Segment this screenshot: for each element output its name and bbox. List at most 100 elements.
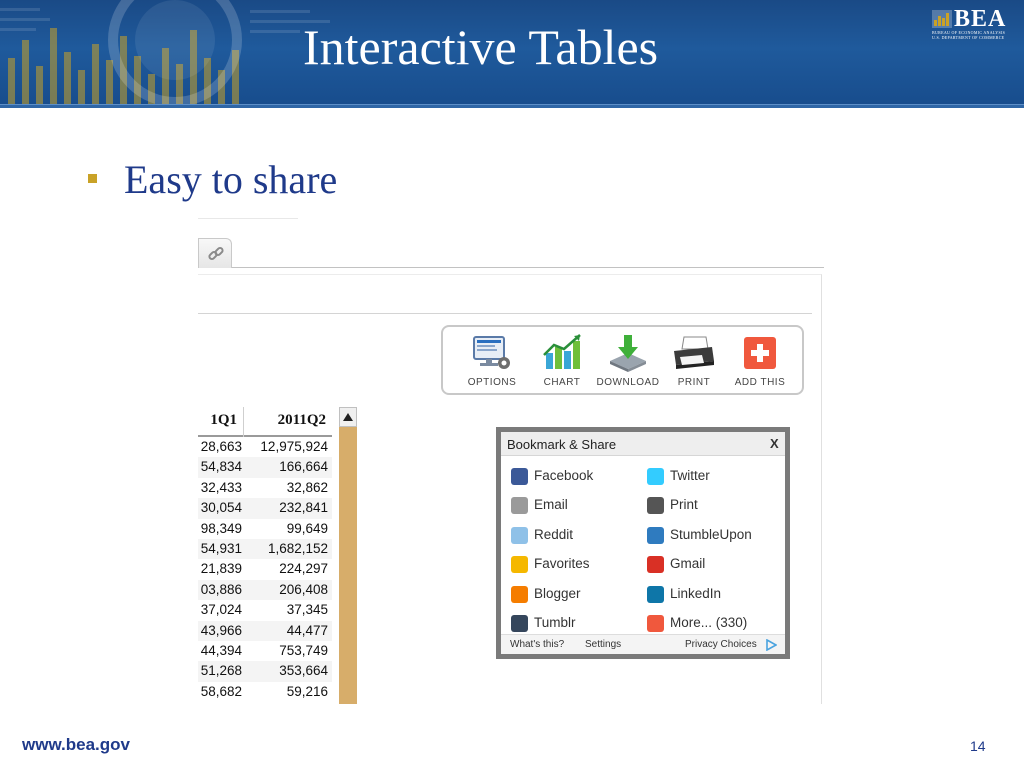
table-cell-q2: 37,345 [286, 602, 328, 618]
add-this-button[interactable]: ADD THIS [725, 333, 795, 391]
share-item-email[interactable]: Email [511, 495, 651, 517]
table-cell-q1: 51,268 [200, 663, 242, 679]
table-cell-q2: 32,862 [286, 479, 328, 495]
share-item-stumbleupon[interactable]: StumbleUpon [647, 525, 787, 547]
bea-logo-subtitle-2: U.S. DEPARTMENT OF COMMERCE [932, 35, 1005, 40]
bea-logo-text: BEA [954, 6, 1007, 32]
link-tab[interactable] [198, 238, 232, 268]
close-icon[interactable]: X [770, 436, 779, 451]
share-popup-header: Bookmark & Share X [501, 432, 785, 456]
table-cell-q1: 98,349 [200, 520, 242, 536]
options-button[interactable]: OPTIONS [457, 333, 527, 391]
share-item-label: Email [534, 497, 568, 513]
column-header-2: 2011Q2 [277, 412, 326, 428]
share-item-gmail[interactable]: Gmail [647, 554, 787, 576]
table-cell-q2: 99,649 [286, 520, 328, 536]
table-row: 43,966 44,477 [198, 620, 332, 641]
stumbleupon-icon [647, 526, 664, 544]
print-label: PRINT [677, 377, 711, 388]
table-cell-q2: 753,749 [279, 642, 328, 658]
column-divider [243, 407, 244, 437]
table-cell-q1: 03,886 [200, 581, 242, 597]
share-item-blogger[interactable]: Blogger [511, 584, 651, 606]
bookmark-share-popup: Bookmark & Share X Facebook Twitter Email P… [496, 427, 790, 659]
add-this-icon [744, 337, 776, 369]
chart-icon [543, 334, 581, 369]
share-item-tumblr[interactable]: Tumblr [511, 613, 651, 635]
table-row: 03,886 206,408 [198, 579, 332, 601]
tab-rule [232, 267, 824, 268]
table-row: 44,394 753,749 [198, 641, 332, 661]
share-item-label: More... (330) [670, 615, 748, 630]
privacy-choices-icon [766, 639, 777, 651]
facebook-icon [511, 468, 528, 485]
chart-button[interactable]: CHART [527, 333, 597, 391]
table-row: 98,349 99,649 [198, 519, 332, 539]
print-icon [674, 336, 714, 369]
share-item-label: Print [670, 497, 698, 513]
table-row: 37,024 37,345 [198, 600, 332, 620]
share-item-twitter[interactable]: Twitter [647, 466, 787, 488]
scroll-up-icon [343, 413, 353, 421]
share-item-label: Blogger [534, 585, 581, 601]
privacy-choices-link[interactable]: Privacy Choices [685, 639, 757, 650]
share-item-reddit[interactable]: Reddit [511, 525, 651, 547]
table-row: 51,268 353,664 [198, 661, 332, 682]
share-item-linkedin[interactable]: LinkedIn [647, 584, 787, 606]
share-item-facebook[interactable]: Facebook [511, 466, 651, 488]
footer-url[interactable]: www.bea.gov [22, 735, 130, 755]
whats-this-link[interactable]: What's this? [510, 639, 564, 650]
table-row: 54,931 1,682,152 [198, 538, 332, 560]
table-cell-q2: 232,841 [279, 500, 328, 516]
table-cell-q2: 44,477 [286, 622, 328, 638]
table-cell-q1: 44,394 [200, 642, 242, 658]
vertical-scrollbar[interactable] [339, 407, 357, 704]
header-banner: Interactive Tables BEA BUREAU OF ECONOMI… [0, 0, 1024, 108]
page-number: 14 [970, 738, 986, 754]
share-popup-title: Bookmark & Share [507, 437, 617, 452]
tab-topline [198, 218, 298, 219]
share-item-print[interactable]: Print [647, 495, 787, 517]
download-button[interactable]: DOWNLOAD [593, 333, 663, 391]
table-cell-q1: 28,663 [200, 439, 242, 454]
table-cell-q1: 30,054 [200, 500, 242, 516]
share-popup-footer: What's this? Settings Privacy Choices [501, 634, 785, 654]
data-table: 1Q1 2011Q2 28,663 12,975,924 54,834 166,664… [198, 407, 332, 702]
bullet-icon [88, 174, 97, 183]
bea-logo-icon [932, 10, 952, 28]
table-cell-q1: 21,839 [200, 561, 242, 577]
print-button[interactable]: PRINT [659, 333, 729, 391]
bea-logo: BEA BUREAU OF ECONOMIC ANALYSIS U.S. DEP… [930, 6, 1012, 40]
table-cell-q2: 166,664 [279, 459, 328, 475]
table-cell-q2: 224,297 [279, 561, 328, 577]
table-cell-q1: 37,024 [200, 602, 242, 618]
print-icon [647, 497, 664, 515]
bullet-text: Easy to share [124, 157, 338, 202]
chart-label: CHART [543, 377, 581, 388]
banner-rule [0, 104, 1024, 108]
table-toolbar: OPTIONS CHART DOWNLOAD PRINT ADD THIS [441, 325, 804, 395]
tumblr-icon [511, 615, 528, 632]
table-cell-q2: 12,975,924 [260, 439, 328, 454]
table-body: 28,663 12,975,924 54,834 166,664 32,433 32,86… [198, 437, 332, 702]
share-item-label: StumbleUpon [670, 526, 752, 542]
table-header: 1Q1 2011Q2 [198, 407, 332, 437]
share-item-label: Gmail [670, 556, 706, 572]
share-item-label: Facebook [534, 468, 594, 483]
panel-rule [198, 313, 812, 314]
share-item-label: Twitter [670, 468, 710, 483]
share-item-favorites[interactable]: Favorites [511, 554, 651, 576]
share-item-more[interactable]: More... (330) [647, 613, 787, 635]
email-icon [511, 497, 528, 515]
linkedin-icon [647, 585, 664, 603]
share-item-label: Favorites [534, 556, 590, 572]
table-cell-q2: 1,682,152 [267, 540, 328, 556]
slide-title: Interactive Tables [303, 19, 659, 75]
settings-link[interactable]: Settings [585, 639, 621, 650]
table-cell-q1: 54,834 [200, 459, 242, 475]
scroll-up-button[interactable] [339, 407, 357, 427]
table-row: 54,834 166,664 [198, 457, 332, 478]
table-cell-q2: 353,664 [279, 663, 328, 679]
table-cell-q1: 43,966 [200, 622, 242, 638]
twitter-icon [647, 468, 664, 485]
